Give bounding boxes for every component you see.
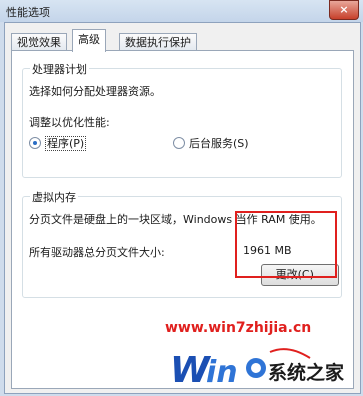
radio-programs[interactable] [29, 137, 41, 149]
window-title: 性能选项 [6, 6, 50, 19]
radio-background-services[interactable] [173, 137, 185, 149]
cpu-scheduling-group: 处理器计划 选择如何分配处理器资源。 调整以优化性能: 程序(P) 后台服务(S… [22, 61, 342, 178]
radio-background-services-label[interactable]: 后台服务(S) [189, 135, 249, 151]
watermark-url: www.win7zhijia.cn [165, 320, 312, 336]
performance-options-dialog: 视觉效果 高级 数据执行保护 处理器计划 选择如何分配处理器资源。 调整以优化性… [4, 22, 361, 394]
close-button[interactable]: × [329, 0, 359, 20]
highlight-box [235, 211, 337, 278]
total-paging-size-label: 所有驱动器总分页文件大小: [29, 246, 165, 259]
svg-text:in: in [206, 355, 238, 390]
programs-label-text: 程序(P) [45, 136, 87, 151]
radio-selected-dot [33, 141, 37, 145]
cpu-scheduling-description: 选择如何分配处理器资源。 [29, 85, 161, 98]
watermark-brand: 系统之家 [268, 362, 345, 384]
cpu-scheduling-legend: 处理器计划 [30, 61, 89, 77]
radio-programs-label[interactable]: 程序(P) [45, 135, 87, 151]
tab-data-execution-prevention[interactable]: 数据执行保护 [119, 33, 197, 51]
tab-advanced[interactable]: 高级 [72, 29, 106, 52]
adjust-performance-label: 调整以优化性能: [29, 116, 110, 129]
tab-visual-effects[interactable]: 视觉效果 [11, 33, 67, 51]
title-bar: 性能选项 × [0, 0, 363, 22]
virtual-memory-legend: 虚拟内存 [30, 189, 78, 205]
